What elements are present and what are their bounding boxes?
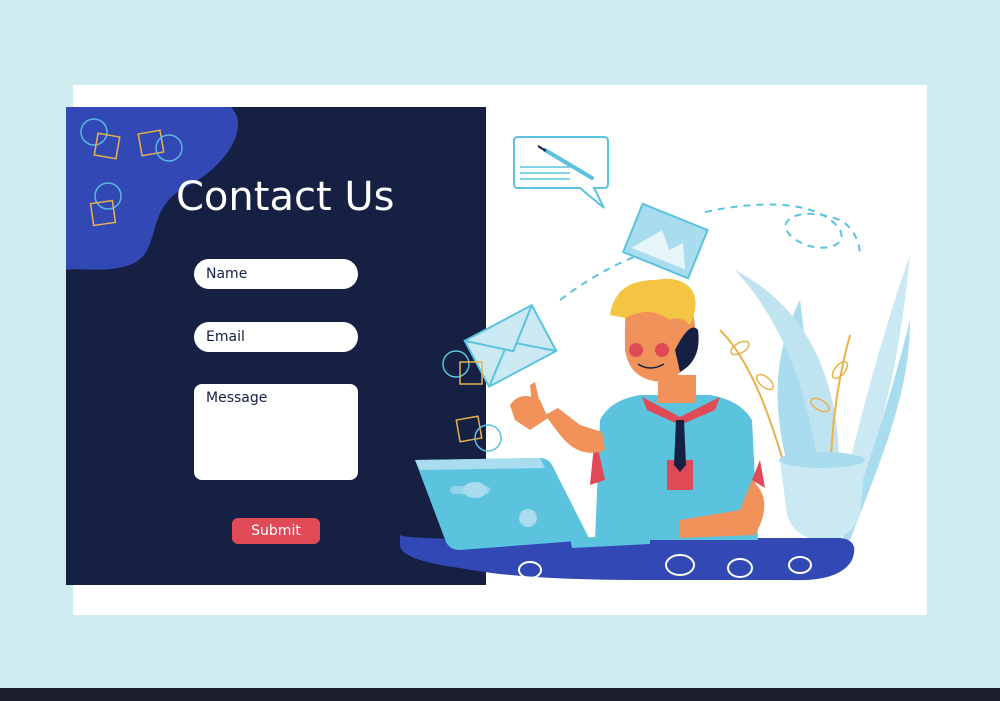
message-field[interactable] — [194, 384, 358, 480]
email-field[interactable] — [194, 322, 358, 352]
envelope-icon — [463, 303, 558, 389]
chat-bubble-icon — [513, 136, 609, 209]
bottom-bar — [0, 688, 1000, 701]
photo-icon — [621, 202, 709, 280]
contact-illustration — [400, 136, 910, 581]
submit-button[interactable]: Submit — [232, 518, 320, 544]
name-field[interactable] — [194, 259, 358, 289]
